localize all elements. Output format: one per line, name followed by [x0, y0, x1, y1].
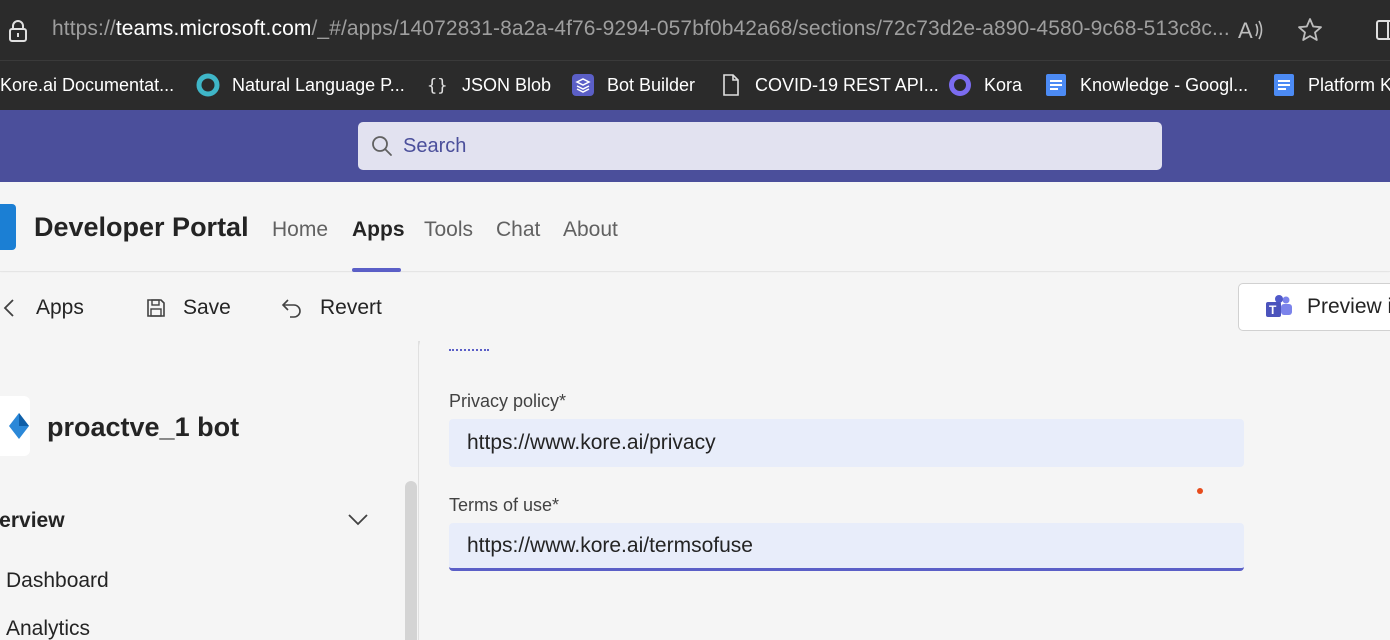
- chevron-left-icon: [3, 299, 14, 317]
- active-nav-indicator: [352, 268, 401, 272]
- doc-icon: [1044, 73, 1068, 97]
- teams-icon: T: [1266, 295, 1292, 317]
- sidebar-item-dashboard[interactable]: Dashboard: [6, 569, 109, 593]
- split-screen-icon[interactable]: [1374, 16, 1390, 44]
- bookmark-kore-docs[interactable]: Kore.ai Documentat...: [0, 70, 174, 100]
- save-icon: [147, 299, 165, 317]
- bookmark-json-blob[interactable]: {} JSON Blob: [426, 70, 551, 100]
- layers-icon: [571, 73, 595, 97]
- privacy-policy-label: Privacy policy*: [449, 391, 567, 411]
- circle-icon: [948, 73, 972, 97]
- bookmark-label: Knowledge - Googl...: [1080, 74, 1249, 95]
- portal-logo[interactable]: [0, 204, 16, 250]
- app-name: proactve_1 bot: [47, 412, 240, 442]
- privacy-policy-field[interactable]: [449, 419, 1244, 467]
- read-aloud-icon[interactable]: A: [1238, 16, 1266, 44]
- favorite-star-icon[interactable]: [1296, 16, 1324, 44]
- terms-of-use-input[interactable]: [467, 533, 1227, 558]
- svg-text:T: T: [1269, 303, 1277, 317]
- nav-about[interactable]: About: [563, 218, 618, 242]
- search-input[interactable]: [403, 134, 1103, 158]
- app-toolbar: Apps Save Revert T Preview i: [0, 273, 1390, 341]
- browser-address-bar: https://teams.microsoft.com/_#/apps/1407…: [0, 0, 1390, 60]
- bookmark-bot-builder[interactable]: Bot Builder: [571, 70, 695, 100]
- portal-header: Developer Portal Home Apps Tools Chat Ab…: [0, 182, 1390, 272]
- page-icon: [719, 73, 743, 97]
- terms-of-use-label: Terms of use*: [449, 495, 560, 515]
- back-to-apps-button[interactable]: Apps: [2, 293, 84, 323]
- sidebar-item-analytics[interactable]: Analytics: [6, 617, 90, 640]
- bookmark-label: Kore.ai Documentat...: [0, 74, 175, 95]
- main-form: Privacy policy* Terms of use*: [420, 341, 1390, 640]
- bookmark-label: JSON Blob: [462, 74, 552, 95]
- bookmark-platform[interactable]: Platform K: [1272, 70, 1390, 100]
- privacy-policy-input[interactable]: [467, 431, 1227, 455]
- overview-section-label[interactable]: rerview: [0, 509, 65, 533]
- bookmarks-bar: Kore.ai Documentat... Natural Language P…: [0, 60, 1390, 110]
- bookmark-label: Platform K: [1308, 74, 1390, 95]
- svg-text:{}: {}: [427, 76, 447, 96]
- preview-label: Preview i: [1307, 295, 1390, 318]
- url-field[interactable]: https://teams.microsoft.com/_#/apps/1407…: [52, 17, 1230, 41]
- bookmark-label: Natural Language P...: [232, 74, 405, 95]
- url-host: teams.microsoft.com: [115, 17, 312, 40]
- svg-text:A: A: [1238, 18, 1253, 43]
- bookmark-natural-language[interactable]: Natural Language P...: [196, 70, 405, 100]
- bookmark-label: Kora: [984, 74, 1023, 95]
- bookmark-kora[interactable]: Kora: [948, 70, 1022, 100]
- bookmark-label: COVID-19 REST API...: [755, 74, 939, 95]
- nav-apps[interactable]: Apps: [352, 218, 405, 242]
- nav-home[interactable]: Home: [272, 218, 328, 242]
- chevron-down-icon[interactable]: [346, 509, 370, 529]
- lock-icon[interactable]: [8, 20, 28, 42]
- nav-chat[interactable]: Chat: [496, 218, 540, 242]
- sidebar-scrollbar[interactable]: [405, 481, 417, 640]
- ring-icon: [196, 73, 220, 97]
- back-label: Apps: [36, 296, 84, 319]
- teams-header: [0, 110, 1390, 182]
- nav-tools[interactable]: Tools: [424, 218, 473, 242]
- terms-of-use-field[interactable]: [449, 523, 1244, 571]
- bookmark-knowledge[interactable]: Knowledge - Googl...: [1044, 70, 1248, 100]
- braces-icon: {}: [426, 73, 450, 97]
- search-icon: [372, 136, 392, 156]
- save-button[interactable]: Save: [145, 293, 231, 323]
- preview-in-teams-button[interactable]: T Preview i: [1238, 283, 1390, 331]
- search-box[interactable]: [358, 122, 1162, 170]
- revert-label: Revert: [320, 296, 382, 319]
- page-title: Developer Portal: [34, 212, 249, 242]
- doc-icon: [1272, 73, 1296, 97]
- url-path: /_#/apps/14072831-8a2a-4f76-9294-057bf0b…: [311, 17, 1230, 40]
- revert-button[interactable]: Revert: [280, 293, 382, 323]
- url-prefix: https://: [52, 17, 116, 40]
- unsaved-indicator: [1197, 488, 1203, 494]
- bookmark-covid-api[interactable]: COVID-19 REST API...: [719, 70, 939, 100]
- clipped-link: [449, 341, 499, 353]
- app-icon: [0, 396, 30, 456]
- save-label: Save: [183, 296, 231, 319]
- left-sidebar: proactve_1 bot rerview Dashboard Analyti…: [0, 341, 419, 640]
- revert-icon: [281, 299, 301, 318]
- bookmark-label: Bot Builder: [607, 74, 696, 95]
